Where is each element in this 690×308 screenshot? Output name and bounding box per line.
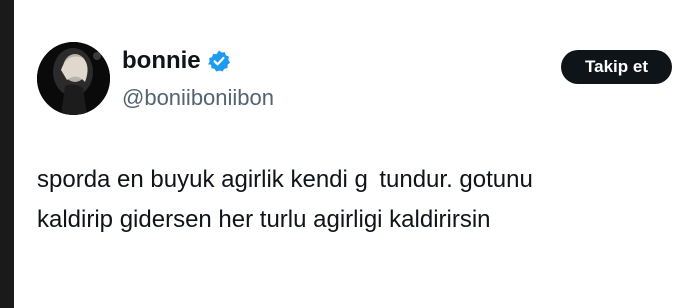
verified-badge-icon bbox=[207, 49, 231, 73]
tweet-text: sporda en buyuk agirlik kendi g tundur. … bbox=[37, 160, 667, 240]
tweet-text-line: sporda en buyuk agirlik kendi g tundur. … bbox=[37, 166, 533, 193]
tweet-text-line: kaldirip gidersen her turlu agirligi kal… bbox=[37, 206, 491, 233]
user-handle[interactable]: @boniiboniibon bbox=[122, 85, 274, 111]
avatar[interactable] bbox=[37, 42, 110, 115]
display-name-row: bonnie bbox=[122, 47, 231, 75]
avatar-image bbox=[37, 42, 110, 115]
tweet-card: bonnie @boniiboniibon Takip et sporda en… bbox=[14, 0, 690, 308]
follow-button[interactable]: Takip et bbox=[561, 50, 672, 84]
display-name[interactable]: bonnie bbox=[122, 47, 201, 75]
